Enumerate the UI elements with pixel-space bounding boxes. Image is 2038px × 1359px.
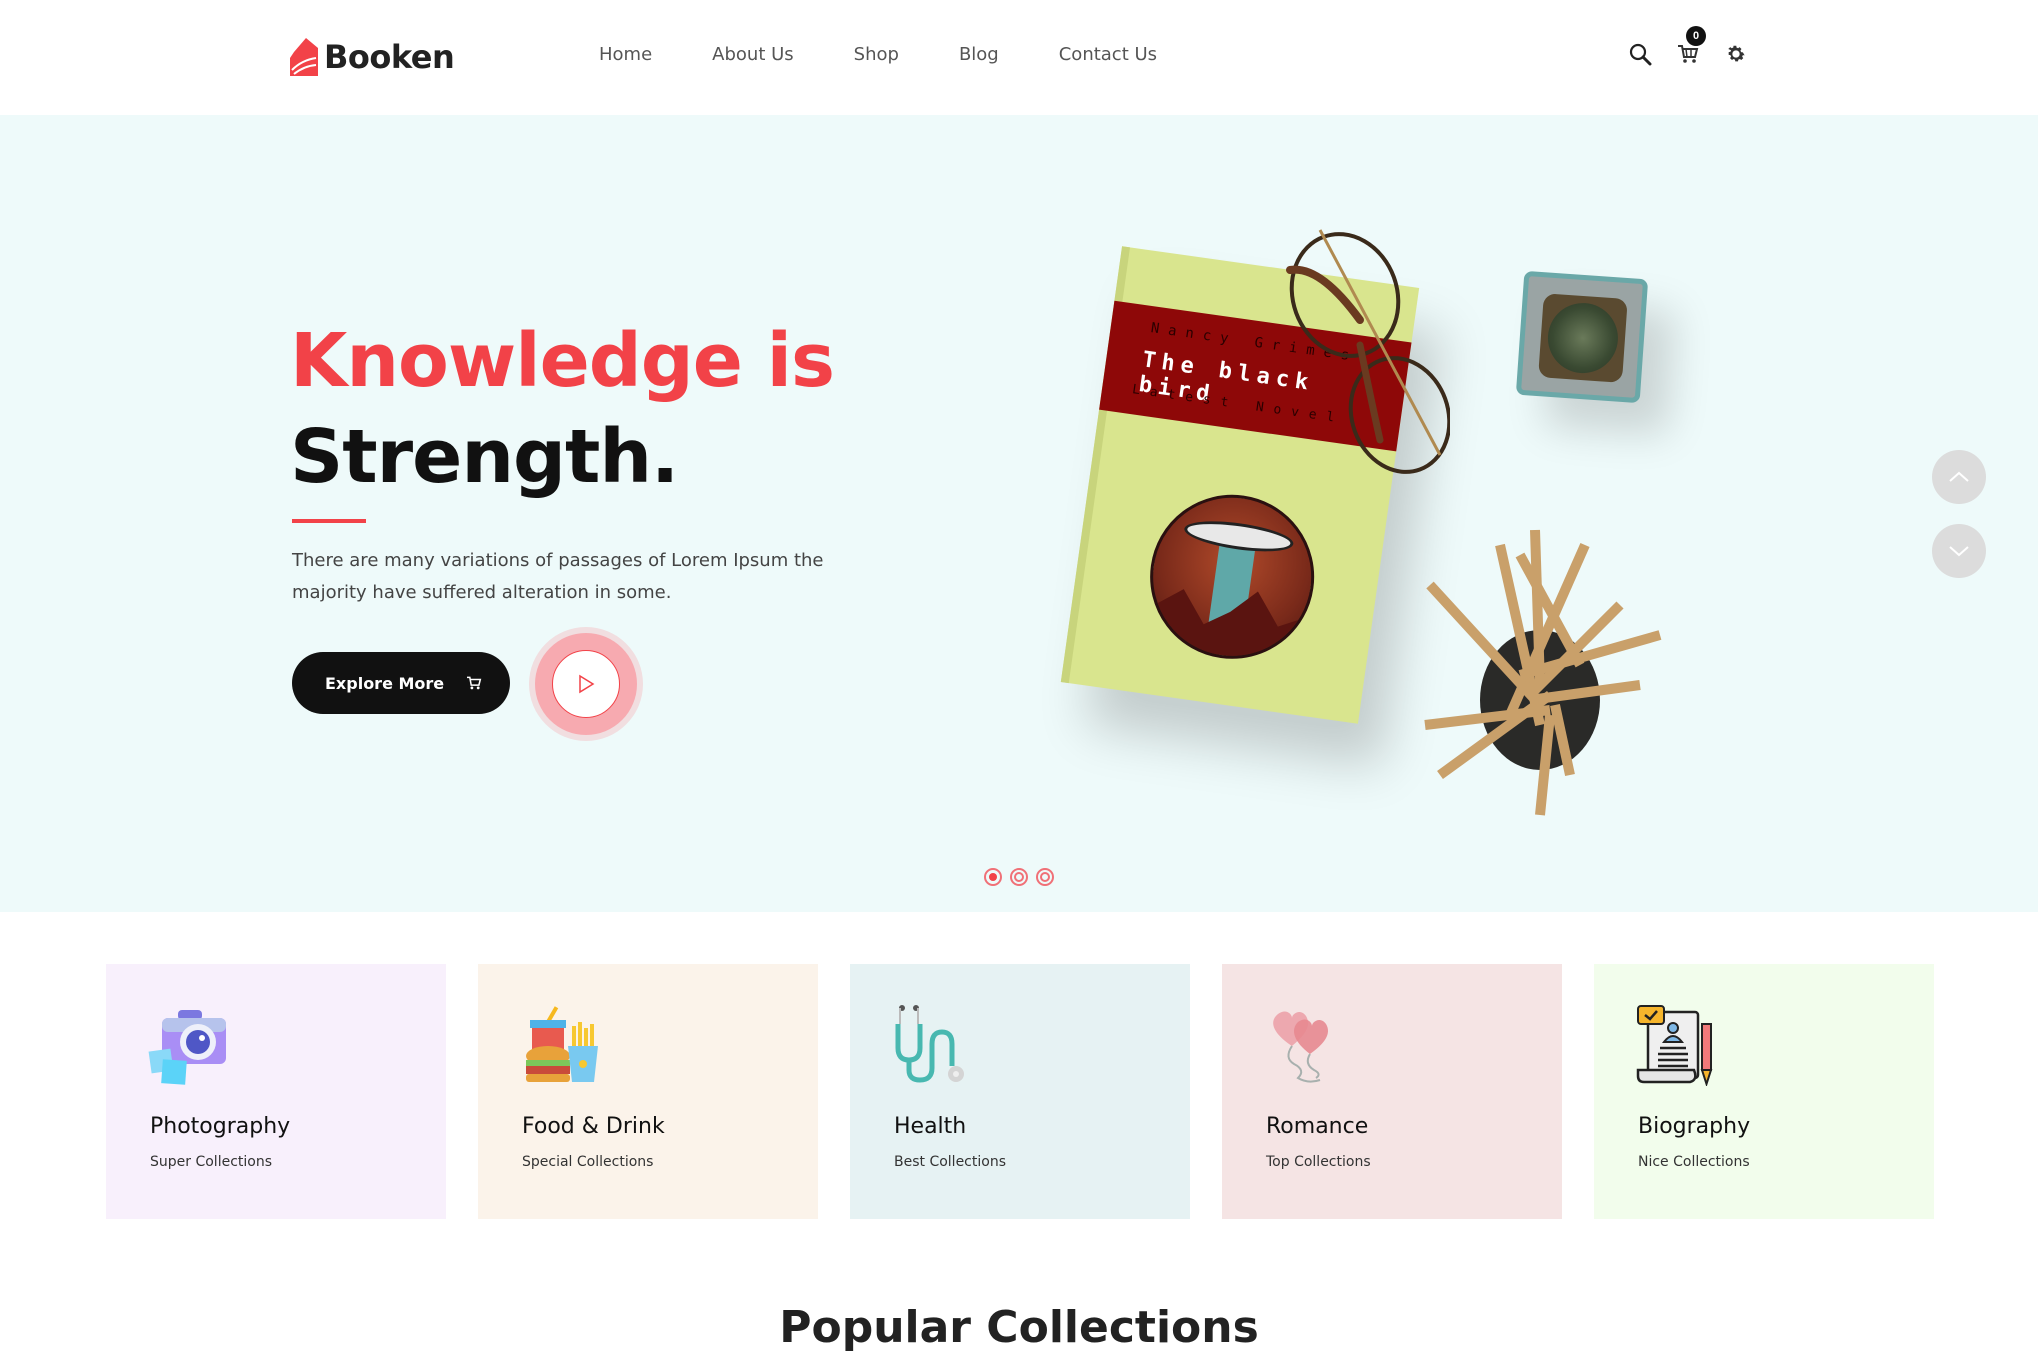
nav-home[interactable]: Home [599,44,652,65]
cart-count-badge: 0 [1686,26,1706,46]
dot-core [989,873,997,881]
category-title: Photography [150,1114,291,1139]
nav-shop[interactable]: Shop [854,44,899,65]
slide-dot-2[interactable] [1010,868,1028,886]
play-video-button[interactable] [535,633,637,735]
biography-document-icon [1636,1005,1713,1086]
camera-icon [148,1010,226,1085]
explore-more-label: Explore More [325,673,445,693]
brand-name: Booken [324,38,455,76]
play-icon [579,674,595,694]
cart-button[interactable]: 0 [1674,26,1706,68]
settings-button[interactable] [1722,40,1750,68]
explore-more-button[interactable]: Explore More [292,652,510,714]
eyeglasses-image [1286,229,1450,474]
pencil-cup-image [1424,529,1662,816]
category-cards: Photography Super Collections Food & Dri… [106,964,1966,1219]
category-card-health[interactable]: Health Best Collections [850,964,1190,1219]
dot-core [1040,872,1050,882]
category-title: Food & Drink [522,1114,665,1139]
stethoscope-icon [895,1005,964,1083]
succulent-plant-image [1515,270,1649,404]
succulent [1545,300,1621,376]
search-icon [1629,43,1652,66]
category-title: Health [894,1114,967,1139]
slide-dot-1[interactable] [984,868,1002,886]
category-card-romance[interactable]: Romance Top Collections [1222,964,1562,1219]
nav-blog[interactable]: Blog [959,44,999,65]
category-title: Biography [1638,1114,1751,1139]
hero-illustration: Nancy Grimes The black bird Latest Novel [1020,225,1780,875]
chevron-up-icon [1949,471,1969,482]
header-actions: 0 [1626,26,1770,68]
heart-balloons-icon [1273,1011,1329,1083]
gear-icon [1728,45,1745,62]
cart-icon [1678,45,1699,63]
category-subtitle: Super Collections [150,1154,273,1170]
hero-title: Knowledge is Strength. [290,313,835,505]
main-nav: Home About Us Shop Blog Contact Us [599,44,1217,65]
ufo-artwork [1139,484,1325,670]
play-button-inner [552,650,620,718]
cart-icon [467,676,482,690]
category-subtitle: Nice Collections [1638,1154,1750,1170]
category-subtitle: Special Collections [522,1154,654,1170]
hero-slider: Knowledge is Strength. There are many va… [0,115,2038,912]
page: Booken Home About Us Shop Blog Contact U… [0,0,2038,1359]
category-card-biography[interactable]: Biography Nice Collections [1594,964,1934,1219]
category-subtitle: Top Collections [1266,1154,1371,1170]
slider-pagination [984,868,1062,886]
book-logo-icon [290,38,318,76]
title-underline [292,519,366,523]
nav-about-us[interactable]: About Us [712,44,794,65]
hero-title-line2: Strength. [290,414,679,500]
fast-food-icon [526,1006,598,1082]
popular-collections-heading: Popular Collections [779,1302,1259,1353]
category-card-food-drink[interactable]: Food & Drink Special Collections [478,964,818,1219]
nav-contact-us[interactable]: Contact Us [1059,44,1157,65]
logo[interactable]: Booken [290,38,455,76]
hero-description: There are many variations of passages of… [292,550,824,603]
slide-dot-3[interactable] [1036,868,1054,886]
slide-prev-button[interactable] [1932,450,1986,504]
search-button[interactable] [1626,40,1654,68]
category-title: Romance [1266,1114,1369,1139]
hero-title-line1: Knowledge is [290,318,835,404]
site-header: Booken Home About Us Shop Blog Contact U… [0,0,2038,115]
dot-core [1014,872,1024,882]
chevron-down-icon [1949,546,1969,557]
category-card-photography[interactable]: Photography Super Collections [106,964,446,1219]
plant-soil [1538,293,1628,383]
category-subtitle: Best Collections [894,1154,1006,1170]
slide-next-button[interactable] [1932,524,1986,578]
